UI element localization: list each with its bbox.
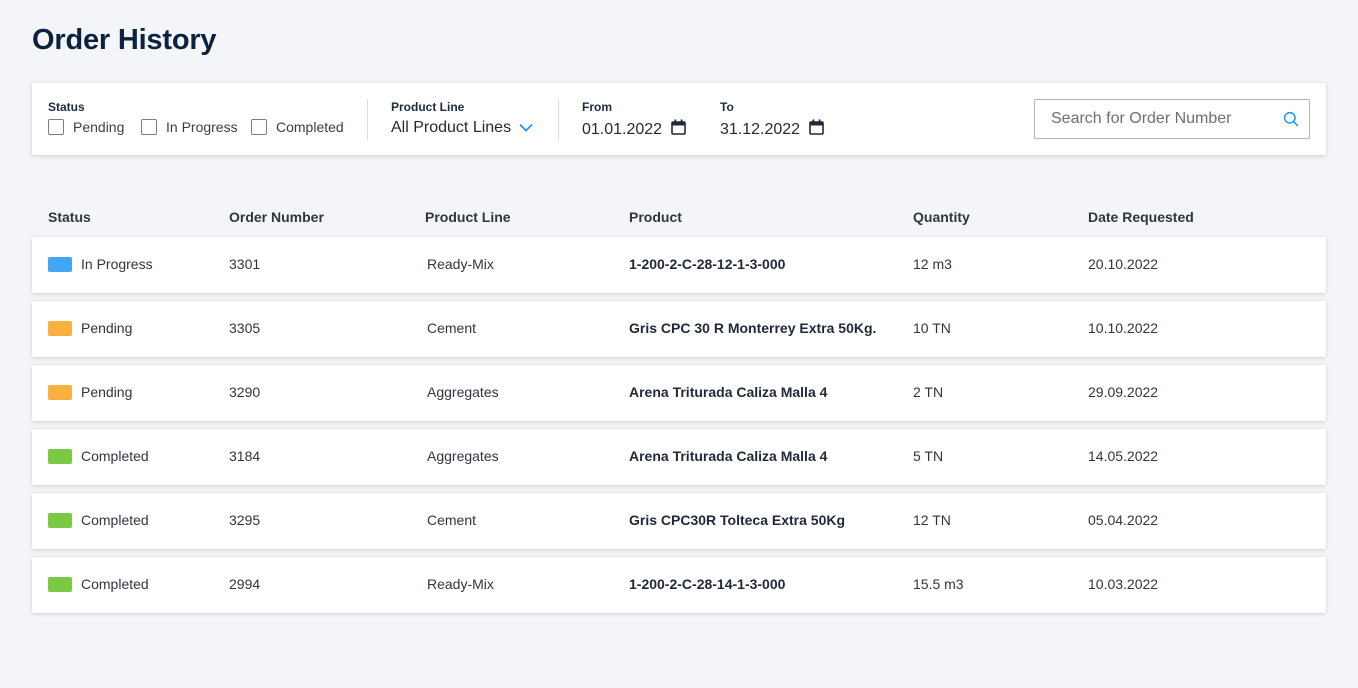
checkbox-label: Pending	[73, 119, 125, 135]
product-cell: Arena Triturada Caliza Malla 4	[629, 384, 828, 400]
order-number-cell: 3301	[229, 256, 261, 272]
status-color-swatch	[48, 385, 72, 400]
status-cell: Pending	[81, 320, 133, 336]
search-icon[interactable]	[1283, 111, 1299, 132]
from-date-value: 01.01.2022	[582, 120, 663, 138]
status-cell: Completed	[81, 448, 149, 464]
quantity-cell: 12 TN	[913, 512, 951, 528]
product-line-select[interactable]: All Product Lines	[391, 119, 533, 137]
table-row[interactable]: Completed 2994 Ready-Mix 1-200-2-C-28-14…	[32, 557, 1326, 613]
product-line-cell: Ready-Mix	[427, 256, 494, 272]
order-number-cell: 3295	[229, 512, 261, 528]
table-row[interactable]: Completed 3295 Cement Gris CPC30R Toltec…	[32, 493, 1326, 549]
date-requested-cell: 05.04.2022	[1088, 512, 1159, 528]
status-filter-label: Status	[48, 100, 85, 114]
checkbox-label: Completed	[276, 119, 344, 135]
search-input[interactable]	[1036, 101, 1276, 137]
status-color-swatch	[48, 577, 72, 592]
calendar-icon[interactable]	[809, 119, 824, 140]
date-requested-cell: 14.05.2022	[1088, 448, 1159, 464]
status-pending-checkbox[interactable]: Pending	[48, 119, 124, 135]
quantity-cell: 10 TN	[913, 320, 951, 336]
from-date-label: From	[582, 100, 612, 114]
date-requested-cell: 10.10.2022	[1088, 320, 1159, 336]
product-line-cell: Aggregates	[427, 384, 499, 400]
product-line-label: Product Line	[391, 100, 465, 114]
order-number-cell: 3184	[229, 448, 261, 464]
date-requested-cell: 29.09.2022	[1088, 384, 1159, 400]
to-date-value: 31.12.2022	[720, 120, 801, 138]
status-completed-checkbox[interactable]: Completed	[251, 119, 344, 135]
product-line-cell: Ready-Mix	[427, 576, 494, 592]
table-row[interactable]: In Progress 3301 Ready-Mix 1-200-2-C-28-…	[32, 237, 1326, 293]
status-color-swatch	[48, 513, 72, 528]
quantity-cell: 12 m3	[913, 256, 952, 272]
to-date-input[interactable]: 31.12.2022	[720, 119, 824, 140]
calendar-icon[interactable]	[671, 119, 686, 140]
status-cell: Completed	[81, 576, 149, 592]
order-number-cell: 3305	[229, 320, 261, 336]
status-color-swatch	[48, 321, 72, 336]
status-in-progress-checkbox[interactable]: In Progress	[141, 119, 238, 135]
date-requested-cell: 20.10.2022	[1088, 256, 1159, 272]
quantity-cell: 5 TN	[913, 448, 944, 464]
checkbox-box[interactable]	[141, 119, 157, 135]
checkbox-box[interactable]	[48, 119, 64, 135]
divider	[558, 99, 559, 140]
column-header-quantity[interactable]: Quantity	[913, 209, 970, 225]
status-color-swatch	[48, 449, 72, 464]
status-cell: In Progress	[81, 256, 153, 272]
search-box[interactable]	[1034, 99, 1310, 139]
checkbox-box[interactable]	[251, 119, 267, 135]
product-cell: 1-200-2-C-28-14-1-3-000	[629, 576, 786, 592]
product-cell: 1-200-2-C-28-12-1-3-000	[629, 256, 786, 272]
table-row[interactable]: Pending 3305 Cement Gris CPC 30 R Monter…	[32, 301, 1326, 357]
product-line-cell: Aggregates	[427, 448, 499, 464]
table-row[interactable]: Pending 3290 Aggregates Arena Triturada …	[32, 365, 1326, 421]
table-row[interactable]: Completed 3184 Aggregates Arena Triturad…	[32, 429, 1326, 485]
status-color-swatch	[48, 257, 72, 272]
column-header-product[interactable]: Product	[629, 209, 682, 225]
divider	[367, 99, 368, 140]
quantity-cell: 2 TN	[913, 384, 944, 400]
chevron-down-icon[interactable]	[519, 119, 533, 137]
status-cell: Completed	[81, 512, 149, 528]
product-cell: Gris CPC30R Tolteca Extra 50Kg	[629, 512, 846, 528]
order-number-cell: 3290	[229, 384, 261, 400]
filter-bar: Status Pending In Progress Completed Pro…	[32, 83, 1326, 155]
from-date-input[interactable]: 01.01.2022	[582, 119, 686, 140]
product-line-cell: Cement	[427, 320, 477, 336]
column-header-status[interactable]: Status	[48, 209, 91, 225]
order-number-cell: 2994	[229, 576, 261, 592]
column-header-order-number[interactable]: Order Number	[229, 209, 324, 225]
date-requested-cell: 10.03.2022	[1088, 576, 1159, 592]
to-date-label: To	[720, 100, 734, 114]
product-cell: Gris CPC 30 R Monterrey Extra 50Kg.	[629, 320, 877, 336]
product-cell: Arena Triturada Caliza Malla 4	[629, 448, 828, 464]
column-header-product-line[interactable]: Product Line	[425, 209, 511, 225]
column-header-date-requested[interactable]: Date Requested	[1088, 209, 1194, 225]
status-cell: Pending	[81, 384, 133, 400]
product-line-value: All Product Lines	[391, 119, 512, 136]
product-line-cell: Cement	[427, 512, 477, 528]
checkbox-label: In Progress	[166, 119, 238, 135]
page-title: Order History	[32, 24, 217, 56]
quantity-cell: 15.5 m3	[913, 576, 964, 592]
